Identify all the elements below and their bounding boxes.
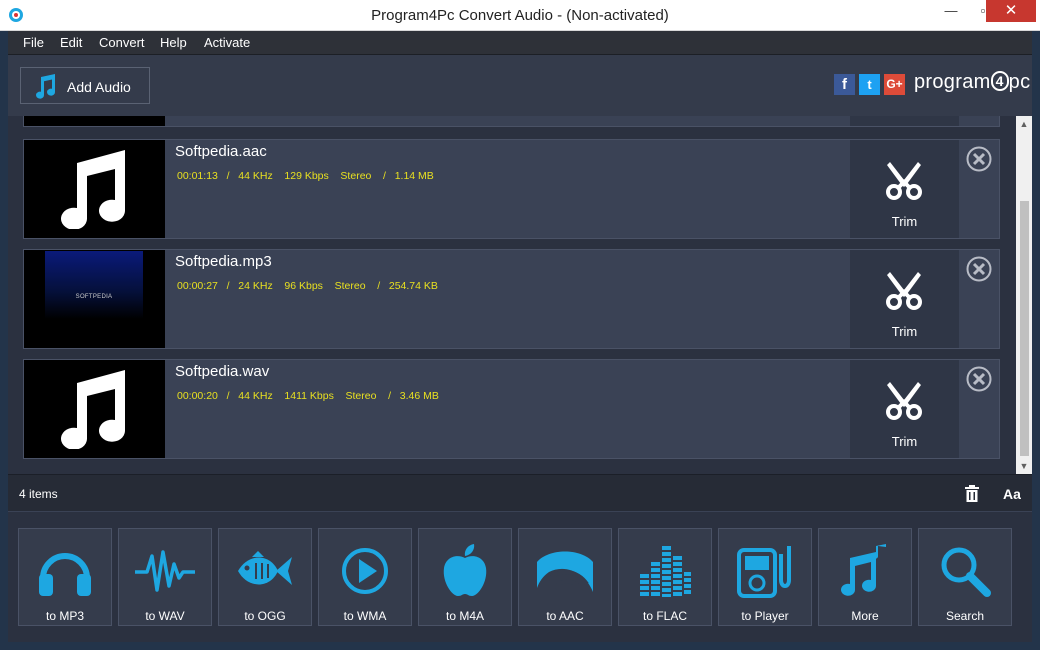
convert-label: to Player: [741, 609, 789, 623]
file-info: 00:00:20 / 44 KHz 1411 Kbps Stereo / 3.4…: [177, 390, 439, 402]
trim-button[interactable]: [850, 116, 959, 126]
scroll-up-arrow-icon[interactable]: ▲: [1016, 116, 1032, 132]
status-bar: 4 items Aa: [8, 474, 1032, 511]
trim-label: Trim: [891, 324, 918, 339]
scrollbar-thumb[interactable]: [1020, 201, 1029, 456]
convert-wav-button[interactable]: to WAV: [118, 528, 212, 626]
media-player-icon: [737, 546, 791, 598]
music-note-icon: [61, 150, 125, 229]
trim-button[interactable]: Trim: [850, 140, 959, 238]
convert-aac-button[interactable]: to AAC: [518, 528, 612, 626]
audio-thumbnail: [24, 360, 165, 458]
convert-flac-button[interactable]: to FLAC: [618, 528, 712, 626]
brand-logo[interactable]: program 4 pc: [914, 71, 1030, 94]
convert-mp3-button[interactable]: to MP3: [18, 528, 112, 626]
list-item[interactable]: Softpedia.wav 00:00:20 / 44 KHz 1411 Kbp…: [23, 359, 1000, 459]
convert-label: to WAV: [145, 609, 185, 623]
menu-help[interactable]: Help: [160, 35, 187, 50]
window-title: Program4Pc Convert Audio - (Non-activate…: [371, 7, 669, 24]
item-count: 4 items: [19, 487, 58, 501]
file-name: Softpedia.mp3: [175, 253, 272, 270]
list-item[interactable]: Softpedia.aac 00:01:13 / 44 KHz 129 Kbps…: [23, 139, 1000, 239]
music-notes-icon: [841, 544, 886, 596]
remove-item-icon[interactable]: [966, 366, 992, 392]
audio-list[interactable]: Softpedia.aac 00:01:13 / 44 KHz 129 Kbps…: [8, 116, 1032, 474]
list-item[interactable]: SOFTPEDIA Softpedia.mp3 00:00:27 / 24 KH…: [23, 249, 1000, 349]
brand-number: 4: [990, 71, 1009, 91]
aac-waves-icon: [537, 551, 593, 592]
trim-label: Trim: [891, 434, 918, 449]
menu-file[interactable]: File: [23, 35, 44, 50]
equalizer-icon: [640, 546, 691, 597]
file-info: 00:01:13 / 44 KHz 129 Kbps Stereo / 1.14…: [177, 170, 434, 182]
album-cover: SOFTPEDIA: [45, 251, 143, 319]
apple-icon: [443, 544, 487, 596]
convert-label: to OGG: [244, 609, 286, 623]
album-cover-text: SOFTPEDIA: [75, 294, 113, 300]
waveform-icon: [135, 550, 195, 592]
search-icon: [941, 547, 991, 597]
window-frame-right: [1032, 31, 1040, 642]
remove-item-icon[interactable]: [966, 256, 992, 282]
convert-label: More: [851, 609, 879, 623]
convert-player-button[interactable]: to Player: [718, 528, 812, 626]
scroll-down-arrow-icon[interactable]: ▼: [1016, 458, 1032, 474]
toolbar: Add Audio f t G+ program 4 pc: [8, 55, 1032, 116]
music-note-icon: [61, 370, 125, 449]
trim-button[interactable]: Trim: [850, 250, 959, 348]
scissors-icon: [886, 272, 922, 310]
convert-toolbar: to MP3 to WAV to OGG to WMA to M4A to AA…: [8, 511, 1032, 642]
convert-label: to FLAC: [642, 609, 687, 623]
list-item[interactable]: [23, 116, 1000, 127]
audio-thumbnail: [24, 116, 165, 126]
convert-label: Search: [945, 609, 985, 623]
play-circle-icon: [342, 548, 388, 594]
add-audio-label: Add Audio: [67, 79, 131, 95]
title-bar: Program4Pc Convert Audio - (Non-activate…: [0, 0, 1040, 31]
font-size-button[interactable]: Aa: [1003, 486, 1021, 502]
menu-bar: File Edit Convert Help Activate: [8, 31, 1032, 55]
trim-button[interactable]: Trim: [850, 360, 959, 458]
close-button[interactable]: ✕: [986, 0, 1036, 22]
scissors-icon: [886, 382, 922, 420]
music-note-icon: [36, 74, 56, 99]
file-info: 00:00:27 / 24 KHz 96 Kbps Stereo / 254.7…: [177, 280, 438, 292]
scissors-icon: [886, 162, 922, 200]
headphones-icon: [39, 553, 91, 596]
google-plus-icon[interactable]: G+: [884, 74, 905, 95]
remove-item-icon[interactable]: [966, 146, 992, 172]
fish-icon: [238, 551, 292, 585]
facebook-icon[interactable]: f: [834, 74, 855, 95]
menu-convert[interactable]: Convert: [99, 35, 145, 50]
file-name: Softpedia.wav: [175, 363, 270, 380]
convert-label: to MP3: [45, 609, 84, 623]
menu-activate[interactable]: Activate: [204, 35, 250, 50]
convert-m4a-button[interactable]: to M4A: [418, 528, 512, 626]
trash-icon[interactable]: [965, 485, 979, 502]
more-formats-button[interactable]: More: [818, 528, 912, 626]
convert-ogg-button[interactable]: to OGG: [218, 528, 312, 626]
brand-prefix: program: [914, 71, 991, 93]
menu-edit[interactable]: Edit: [60, 35, 82, 50]
window-frame-left: [0, 31, 8, 642]
convert-label: to AAC: [546, 609, 584, 623]
add-audio-button[interactable]: Add Audio: [20, 67, 150, 104]
window-frame-bottom: [0, 642, 1040, 650]
brand-suffix: pc: [1008, 71, 1031, 93]
twitter-icon[interactable]: t: [859, 74, 880, 95]
audio-thumbnail: SOFTPEDIA: [24, 250, 165, 348]
audio-thumbnail: [24, 140, 165, 238]
convert-wma-button[interactable]: to WMA: [318, 528, 412, 626]
convert-label: to M4A: [445, 609, 484, 623]
vertical-scrollbar[interactable]: ▲ ▼: [1016, 116, 1032, 474]
file-name: Softpedia.aac: [175, 143, 267, 160]
trim-label: Trim: [891, 214, 918, 229]
search-button[interactable]: Search: [918, 528, 1012, 626]
convert-label: to WMA: [343, 609, 387, 623]
